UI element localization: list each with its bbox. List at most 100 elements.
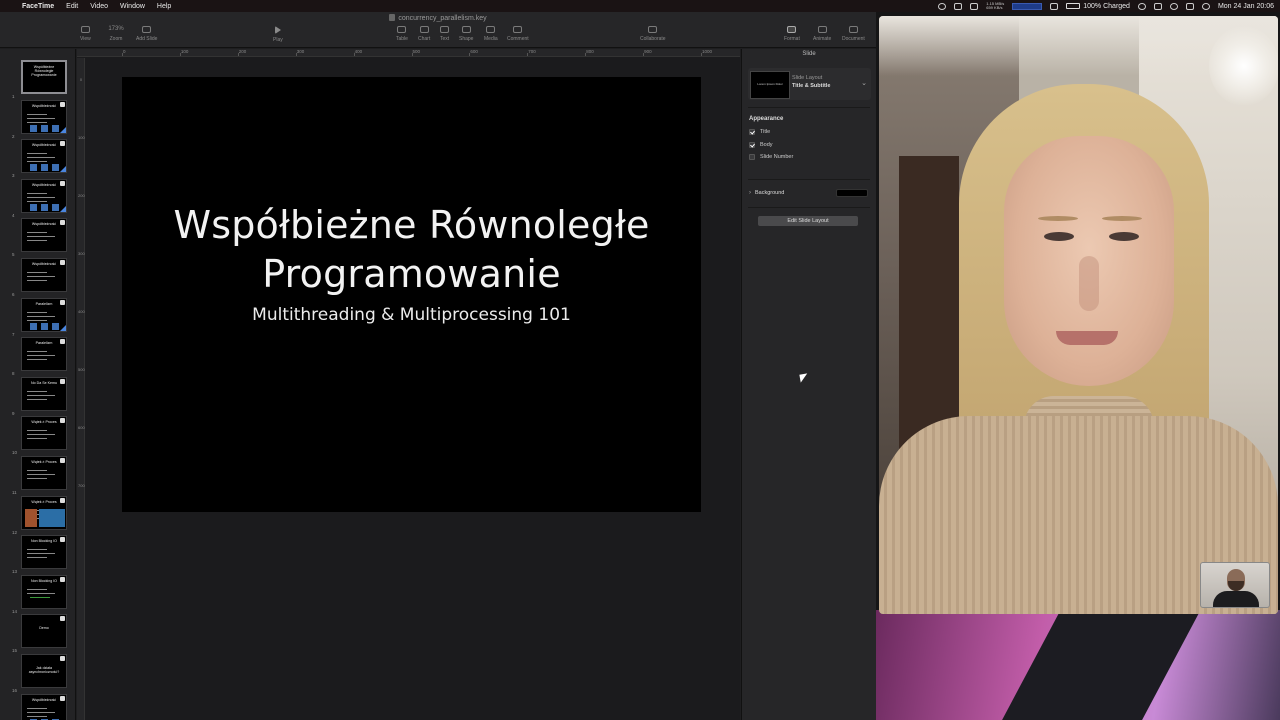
- menu-help[interactable]: Help: [151, 3, 177, 10]
- navigator-slide-1[interactable]: Współbieżne Równoległe Programowanie 1: [0, 60, 75, 99]
- background-color-well[interactable]: [836, 189, 868, 197]
- wifi-icon[interactable]: [1153, 2, 1162, 10]
- dropbox-icon[interactable]: [970, 2, 979, 10]
- navigator-slide-16[interactable]: Jak działa asynchroniczność? 16: [0, 654, 75, 693]
- slide-thumbnail-text-line: [27, 390, 47, 392]
- screen-mirror-icon[interactable]: [954, 2, 963, 10]
- video-person-mouth: [1056, 331, 1118, 345]
- slide-thumbnail[interactable]: Współbieżność: [21, 178, 67, 213]
- slide-canvas[interactable]: 0 100 200 300 400 500 600 700 800 900 1000 0 100 200…: [77, 49, 740, 720]
- slide-thumbnail[interactable]: Wątek ≠ Proces: [21, 495, 67, 530]
- record-icon[interactable]: [938, 2, 947, 10]
- navigator-slide-8[interactable]: Paralelizm 8: [0, 337, 75, 376]
- menu-clock[interactable]: Mon 24 Jan 20:06: [1218, 3, 1274, 10]
- slide-layout-picker[interactable]: Lorem Ipsum Dolor Slide Layout Title & S…: [748, 68, 871, 100]
- slide-title[interactable]: Współbieżne Równoległe Programowanie: [122, 201, 701, 299]
- slide-thumbnail[interactable]: Paralelizm: [21, 297, 67, 332]
- chart-button[interactable]: Chart: [418, 26, 430, 42]
- slide-thumbnail-text-line: [27, 236, 55, 238]
- navigator-slide-6[interactable]: Współbieżność 6: [0, 258, 75, 297]
- focus-icon[interactable]: [1137, 2, 1146, 10]
- navigator-slide-17[interactable]: Współbieżność17: [0, 693, 75, 720]
- slide-thumbnail[interactable]: Wątek ≠ Proces: [21, 456, 67, 490]
- slide-thumbnail[interactable]: Paralelizm: [21, 337, 67, 372]
- slide-thumbnail-text-line: [27, 355, 55, 357]
- animate-button[interactable]: Animate: [813, 26, 831, 42]
- navigator-slide-11[interactable]: Wątek ≠ Proces 11: [0, 456, 75, 495]
- current-slide[interactable]: Współbieżne Równoległe Programowanie Mul…: [122, 77, 701, 512]
- navigator-slide-13[interactable]: Non Blocking IO 13: [0, 535, 75, 574]
- background-label: Background: [755, 190, 785, 196]
- slide-thumbnail[interactable]: Demo: [21, 614, 67, 649]
- slide-thumbnail[interactable]: Współbieżność: [21, 218, 67, 253]
- slide-thumbnail-box: [41, 124, 48, 132]
- title-checkbox[interactable]: Title: [749, 129, 770, 135]
- facetime-remote-video[interactable]: [879, 16, 1278, 614]
- navigator-slide-2[interactable]: Współbieżność 2: [0, 99, 75, 139]
- siri-icon[interactable]: [1201, 2, 1210, 10]
- ruler-label: 300: [296, 49, 305, 54]
- navigator-slide-10[interactable]: Wątek ≠ Proces 10: [0, 416, 75, 455]
- ruler-tick: [411, 53, 413, 56]
- slide-thumbnail-title: Współbieżne Równoległe Programowanie: [31, 65, 57, 77]
- slide-thumbnail[interactable]: Współbieżność: [21, 258, 67, 292]
- play-button[interactable]: Play: [273, 26, 283, 43]
- slide-thumbnail[interactable]: Non Blocking IO: [21, 535, 67, 570]
- slide-thumbnail[interactable]: Współbieżność: [21, 139, 67, 174]
- slide-number-checkbox[interactable]: Slide Number: [749, 154, 793, 160]
- zoom-button[interactable]: 173% Zoom: [105, 26, 127, 42]
- collaborate-button[interactable]: Collaborate: [640, 26, 666, 42]
- chevron-down-icon: ⌄: [861, 80, 867, 87]
- media-button[interactable]: Media: [484, 26, 498, 42]
- slide-corner-icon: [60, 458, 65, 463]
- slide-thumbnail-text-line: [27, 359, 47, 361]
- cpu-graph-icon[interactable]: [1012, 2, 1043, 10]
- navigator-slide-14[interactable]: Non Blocking IO 14: [0, 574, 75, 614]
- add-slide-button[interactable]: Add Slide: [136, 26, 157, 42]
- table-button[interactable]: Table: [396, 26, 408, 42]
- menu-edit[interactable]: Edit: [60, 3, 84, 10]
- control-center-icon[interactable]: [1185, 2, 1194, 10]
- spotlight-search-icon[interactable]: [1169, 2, 1178, 10]
- background-row[interactable]: › Background: [749, 189, 868, 197]
- bluetooth-icon[interactable]: [1050, 2, 1059, 10]
- menu-window[interactable]: Window: [114, 3, 151, 10]
- inspector-tab-slide[interactable]: Slide: [742, 51, 876, 57]
- slide-thumbnail[interactable]: Współbieżne Równoległe Programowanie: [21, 60, 67, 94]
- slide-navigator[interactable]: Współbieżne Równoległe Programowanie 1 Wsp…: [0, 49, 76, 720]
- edit-slide-layout-button[interactable]: Edit Slide Layout: [758, 216, 858, 226]
- navigator-slide-4[interactable]: Współbieżność 4: [0, 178, 75, 218]
- navigator-slide-5[interactable]: Współbieżność 5: [0, 218, 75, 257]
- menu-video[interactable]: Video: [84, 3, 114, 10]
- slide-thumbnail-title: Non Blocking IO: [31, 578, 57, 583]
- navigator-slide-3[interactable]: Współbieżność 3: [0, 139, 75, 178]
- comment-button[interactable]: Comment: [507, 26, 529, 42]
- navigator-slide-15[interactable]: Demo 15: [0, 614, 75, 653]
- view-button[interactable]: View: [80, 26, 91, 42]
- navigator-slide-12[interactable]: Wątek ≠ Proces 12: [0, 495, 75, 535]
- slide-thumbnail[interactable]: Non Blocking IO: [21, 574, 67, 609]
- video-person-eye: [1044, 232, 1074, 241]
- slide-corner-icon: [60, 260, 65, 265]
- slide-subtitle[interactable]: Multithreading & Multiprocessing 101: [122, 305, 701, 325]
- video-person-face: [1004, 136, 1174, 386]
- ruler-tick: [179, 53, 181, 56]
- shape-button[interactable]: Shape: [459, 26, 473, 42]
- slide-thumbnail[interactable]: Współbieżność: [21, 693, 67, 720]
- slide-thumbnail[interactable]: Współbieżność: [21, 99, 67, 134]
- format-button[interactable]: Format: [784, 26, 800, 42]
- facetime-self-view[interactable]: [1200, 562, 1270, 608]
- document-button[interactable]: Document: [842, 26, 865, 42]
- text-button[interactable]: Text: [440, 26, 449, 42]
- navigator-slide-7[interactable]: Paralelizm 7: [0, 297, 75, 337]
- menu-app-name[interactable]: FaceTime: [16, 3, 60, 10]
- slide-thumbnail[interactable]: Jak działa asynchroniczność?: [21, 654, 67, 688]
- ruler-label: 200: [238, 49, 247, 54]
- animate-label: Animate: [813, 36, 832, 42]
- navigator-slide-9[interactable]: No Da Se Kemu 9: [0, 376, 75, 416]
- slide-thumbnail[interactable]: No Da Se Kemu: [21, 376, 67, 411]
- slide-thumbnail[interactable]: Wątek ≠ Proces: [21, 416, 67, 451]
- battery-status[interactable]: 100% Charged: [1066, 3, 1130, 10]
- body-checkbox[interactable]: Body: [749, 142, 773, 148]
- slide-thumbnail-text-line: [27, 715, 47, 717]
